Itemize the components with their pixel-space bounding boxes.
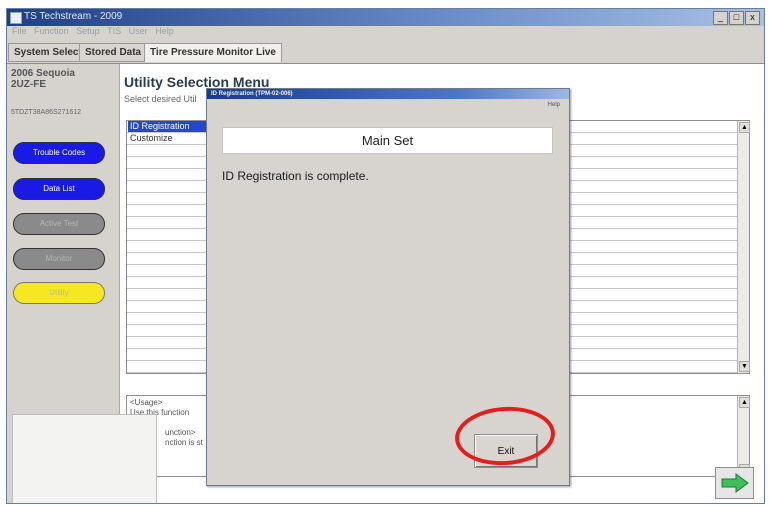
tab-tire-pressure-monitor-live[interactable]: Tire Pressure Monitor Live <box>144 43 282 62</box>
list-item-id-registration[interactable]: ID Registration <box>128 121 212 132</box>
info-panel <box>12 414 157 503</box>
menu-function[interactable]: Function <box>34 26 69 36</box>
status-message: ID Registration is complete. <box>222 169 369 183</box>
vehicle-model: 2006 Sequoia <box>11 68 75 79</box>
app-icon <box>10 12 22 24</box>
menu-user[interactable]: User <box>129 26 148 36</box>
vehicle-engine: 2UZ-FE <box>11 79 46 90</box>
help-link[interactable]: Help <box>548 102 560 108</box>
menu-bar: File Function Setup TIS User Help <box>7 26 764 39</box>
dialog-title: ID Registration (TPM-02-006) <box>211 91 293 97</box>
scroll-down-arrow-icon[interactable]: ▼ <box>739 361 750 372</box>
list-item-customize[interactable]: Customize <box>128 133 212 144</box>
scroll-up-arrow-icon[interactable]: ▲ <box>739 397 750 408</box>
tab-bar: System Select Stored Data Tire Pressure … <box>7 40 764 64</box>
menu-tis[interactable]: TIS <box>107 26 121 36</box>
usage-scrollbar[interactable]: ▲ ▼ <box>737 396 750 476</box>
dialog-title-bar: ID Registration (TPM-02-006) <box>207 89 569 99</box>
list-scrollbar[interactable]: ▲ ▼ <box>737 121 750 373</box>
menu-setup[interactable]: Setup <box>76 26 100 36</box>
scroll-up-arrow-icon[interactable]: ▲ <box>739 122 750 133</box>
page-subtitle: Select desired Util <box>124 94 197 104</box>
usage-line: unction> <box>165 428 196 437</box>
monitor-button[interactable]: Monitor <box>13 248 105 270</box>
next-button[interactable] <box>715 467 754 499</box>
trouble-codes-button[interactable]: Trouble Codes <box>13 142 105 164</box>
right-arrow-icon <box>721 473 749 493</box>
usage-line: nction is st <box>165 438 203 447</box>
exit-button[interactable]: Exit <box>474 434 538 468</box>
utility-button[interactable]: Utility <box>13 282 105 304</box>
window-title: TS Techstream - 2009 <box>24 11 123 22</box>
minimize-button[interactable]: _ <box>713 11 728 25</box>
active-test-button[interactable]: Active Test <box>13 213 105 235</box>
menu-file[interactable]: File <box>12 26 27 36</box>
close-button[interactable]: x <box>745 11 760 25</box>
id-registration-dialog: ID Registration (TPM-02-006) Help Main S… <box>206 88 570 486</box>
usage-line: <Usage> <box>130 398 163 407</box>
main-set-header: Main Set <box>222 127 553 154</box>
tab-system-select[interactable]: System Select <box>8 43 88 62</box>
vin-number: 5TDZT38A86S271612 <box>11 109 82 116</box>
menu-help[interactable]: Help <box>155 26 174 36</box>
tab-stored-data[interactable]: Stored Data <box>79 43 148 62</box>
window-controls: _ □ x <box>713 11 760 25</box>
maximize-button[interactable]: □ <box>729 11 744 25</box>
data-list-button[interactable]: Data List <box>13 178 105 200</box>
title-bar: TS Techstream - 2009 _ □ x <box>7 9 764 26</box>
vehicle-info: 2006 Sequoia 2UZ-FE <box>11 68 75 90</box>
